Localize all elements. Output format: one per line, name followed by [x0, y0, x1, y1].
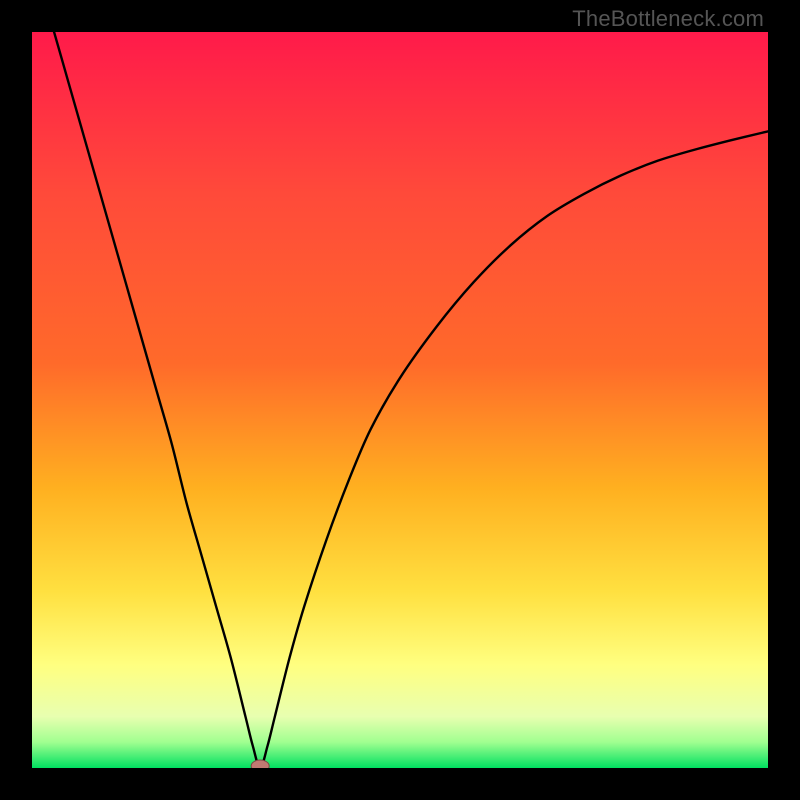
- chart-frame: TheBottleneck.com: [0, 0, 800, 800]
- bottleneck-chart: [32, 32, 768, 768]
- optimal-point-marker: [251, 760, 269, 768]
- watermark-text: TheBottleneck.com: [572, 6, 764, 32]
- plot-area: [32, 32, 768, 768]
- gradient-background: [32, 32, 768, 768]
